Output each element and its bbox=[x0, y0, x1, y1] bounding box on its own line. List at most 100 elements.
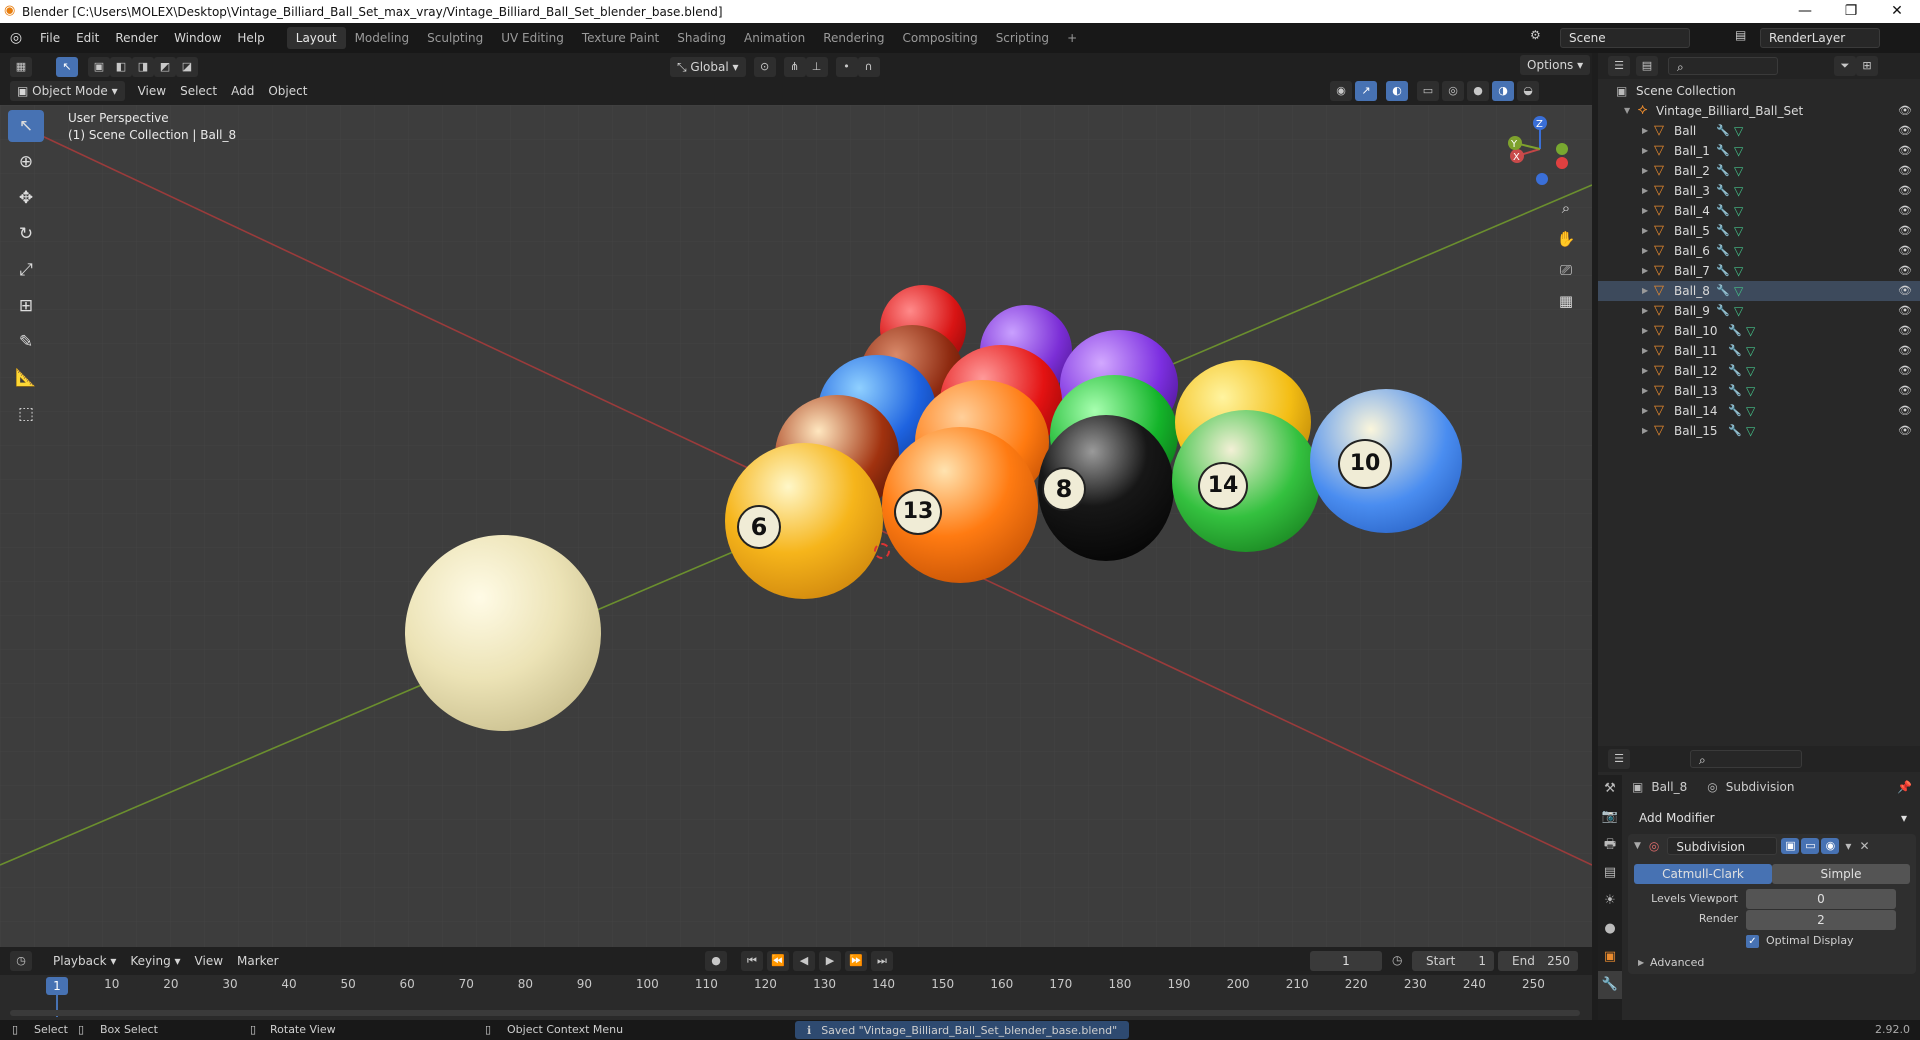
wrench-icon[interactable]: 🔧 bbox=[1728, 341, 1742, 361]
expand-icon[interactable]: ▶ bbox=[1642, 341, 1648, 361]
wrench-icon[interactable]: 🔧 bbox=[1716, 141, 1730, 161]
wireframe-shading-icon[interactable]: ◎ bbox=[1442, 81, 1464, 101]
object-tab-icon[interactable]: ▣ bbox=[1598, 943, 1622, 971]
tab-shading[interactable]: Shading bbox=[668, 27, 735, 49]
collapse-icon[interactable]: ▼ bbox=[1634, 841, 1641, 851]
outliner-collection-row[interactable]: ▼ ⯎ Vintage_Billiard_Ball_Set 👁 bbox=[1598, 101, 1920, 121]
mesh-data-icon[interactable]: ▽ bbox=[1734, 301, 1743, 321]
xray-icon[interactable]: ▭ bbox=[1417, 81, 1439, 101]
ball-13[interactable]: 13 bbox=[882, 427, 1038, 583]
wrench-icon[interactable]: 🔧 bbox=[1728, 401, 1742, 421]
mesh-data-icon[interactable]: ▽ bbox=[1746, 361, 1755, 381]
new-collection-icon[interactable]: ⊞ bbox=[1856, 56, 1878, 76]
outliner-search-input[interactable]: ⌕ bbox=[1668, 57, 1778, 75]
rendered-shading-icon[interactable]: ◒ bbox=[1517, 81, 1539, 101]
menu-help[interactable]: Help bbox=[229, 23, 272, 53]
outliner-row-ball-7[interactable]: ▶ ▽ Ball_7 🔧 ▽ 👁 bbox=[1598, 261, 1920, 281]
tab-animation[interactable]: Animation bbox=[735, 27, 814, 49]
outliner-row-ball-2[interactable]: ▶ ▽ Ball_2 🔧 ▽ 👁 bbox=[1598, 161, 1920, 181]
falloff-icon[interactable]: ∩ bbox=[857, 57, 880, 77]
close-button[interactable]: ✕ bbox=[1874, 0, 1920, 23]
tab-rendering[interactable]: Rendering bbox=[814, 27, 893, 49]
navigation-gizmo[interactable]: Z X Y bbox=[1500, 111, 1580, 191]
optimal-display-checkbox[interactable]: ✓ bbox=[1746, 935, 1759, 948]
select-box-subtract-icon[interactable]: ◨ bbox=[132, 57, 154, 77]
next-keyframe-icon[interactable]: ⏩ bbox=[845, 951, 867, 971]
mesh-data-icon[interactable]: ▽ bbox=[1734, 241, 1743, 261]
editmode-toggle-icon[interactable]: ▣ bbox=[1781, 838, 1800, 854]
outliner-row-ball-4[interactable]: ▶ ▽ Ball_4 🔧 ▽ 👁 bbox=[1598, 201, 1920, 221]
render-tab-icon[interactable]: 📷 bbox=[1598, 803, 1622, 831]
3d-viewport[interactable]: User Perspective (1) Scene Collection | … bbox=[0, 105, 1592, 947]
render-levels-field[interactable]: 2 bbox=[1746, 910, 1896, 930]
menu-file[interactable]: File bbox=[32, 23, 68, 53]
wrench-icon[interactable]: 🔧 bbox=[1716, 201, 1730, 221]
menu-playback[interactable]: Playback ▾ bbox=[46, 951, 123, 971]
eye-icon[interactable]: 👁 bbox=[1898, 101, 1912, 121]
expand-icon[interactable]: ▶ bbox=[1642, 141, 1648, 161]
display-mode-icon[interactable]: ▤ bbox=[1636, 56, 1658, 76]
remove-modifier-icon[interactable]: ✕ bbox=[1859, 839, 1869, 853]
tab-scripting[interactable]: Scripting bbox=[987, 27, 1058, 49]
wrench-icon[interactable]: 🔧 bbox=[1716, 261, 1730, 281]
start-frame-field[interactable]: Start 1 bbox=[1412, 951, 1494, 971]
wrench-icon[interactable]: 🔧 bbox=[1716, 181, 1730, 201]
tab-compositing[interactable]: Compositing bbox=[893, 27, 986, 49]
pivot-icon[interactable]: ⊙ bbox=[753, 57, 776, 77]
material-preview-icon[interactable]: ◑ bbox=[1492, 81, 1514, 101]
world-tab-icon[interactable]: ● bbox=[1598, 915, 1622, 943]
eye-icon[interactable]: 👁 bbox=[1898, 341, 1912, 361]
expand-icon[interactable]: ▶ bbox=[1642, 241, 1648, 261]
wrench-icon[interactable]: 🔧 bbox=[1716, 281, 1730, 301]
renderlayer-selector[interactable]: RenderLayer bbox=[1760, 28, 1880, 48]
wrench-icon[interactable]: 🔧 bbox=[1728, 421, 1742, 441]
snap-target-icon[interactable]: ⊥ bbox=[805, 57, 828, 77]
mesh-data-icon[interactable]: ▽ bbox=[1746, 321, 1755, 341]
outliner-row-ball-14[interactable]: ▶ ▽ Ball_14 🔧 ▽ 👁 bbox=[1598, 401, 1920, 421]
prev-keyframe-icon[interactable]: ⏪ bbox=[767, 951, 789, 971]
mesh-data-icon[interactable]: ▽ bbox=[1734, 281, 1743, 301]
playhead-frame[interactable]: 1 bbox=[46, 977, 68, 995]
outliner-row-ball-11[interactable]: ▶ ▽ Ball_11 🔧 ▽ 👁 bbox=[1598, 341, 1920, 361]
outliner-row-ball-5[interactable]: ▶ ▽ Ball_5 🔧 ▽ 👁 bbox=[1598, 221, 1920, 241]
outliner-row-ball-1[interactable]: ▶ ▽ Ball_1 🔧 ▽ 👁 bbox=[1598, 141, 1920, 161]
menu-select[interactable]: Select bbox=[173, 81, 224, 101]
outliner-row-ball-8[interactable]: ▶ ▽ Ball_8 🔧 ▽ 👁 bbox=[1598, 281, 1920, 301]
mesh-data-icon[interactable]: ▽ bbox=[1746, 421, 1755, 441]
wrench-icon[interactable]: 🔧 bbox=[1716, 241, 1730, 261]
expand-icon[interactable]: ▶ bbox=[1642, 221, 1648, 241]
modifier-name-field[interactable]: Subdivision bbox=[1667, 837, 1778, 855]
outliner-row-ball-9[interactable]: ▶ ▽ Ball_9 🔧 ▽ 👁 bbox=[1598, 301, 1920, 321]
eye-icon[interactable]: 👁 bbox=[1898, 381, 1912, 401]
view-layer-tab-icon[interactable]: ▤ bbox=[1598, 859, 1622, 887]
eye-icon[interactable]: 👁 bbox=[1898, 121, 1912, 141]
outliner-row-ball-6[interactable]: ▶ ▽ Ball_6 🔧 ▽ 👁 bbox=[1598, 241, 1920, 261]
modifier-dropdown-icon[interactable]: ▾ bbox=[1845, 839, 1851, 853]
advanced-label[interactable]: Advanced bbox=[1650, 956, 1704, 969]
advanced-expand-icon[interactable]: ▶ bbox=[1638, 958, 1644, 967]
simple-button[interactable]: Simple bbox=[1772, 864, 1910, 884]
play-reverse-icon[interactable]: ◀ bbox=[793, 951, 815, 971]
expand-icon[interactable]: ▶ bbox=[1642, 381, 1648, 401]
add-workspace-button[interactable]: + bbox=[1058, 27, 1086, 49]
select-box-extend-icon[interactable]: ◧ bbox=[110, 57, 132, 77]
cursor-tool-icon[interactable]: ⊕ bbox=[8, 146, 44, 178]
outliner-row-ball[interactable]: ▶ ▽ Ball 🔧 ▽ 👁 bbox=[1598, 121, 1920, 141]
wrench-icon[interactable]: 🔧 bbox=[1716, 221, 1730, 241]
mesh-data-icon[interactable]: ▽ bbox=[1734, 141, 1743, 161]
modifier-tab-icon[interactable]: 🔧 bbox=[1598, 971, 1622, 999]
tab-layout[interactable]: Layout bbox=[286, 27, 346, 49]
mesh-data-icon[interactable]: ▽ bbox=[1734, 201, 1743, 221]
viewport-toggle-icon[interactable]: ▭ bbox=[1801, 838, 1820, 854]
eye-icon[interactable]: 👁 bbox=[1898, 321, 1912, 341]
solid-shading-icon[interactable]: ● bbox=[1467, 81, 1489, 101]
mesh-data-icon[interactable]: ▽ bbox=[1746, 401, 1755, 421]
select-mode-icon[interactable]: ↖ bbox=[56, 57, 78, 77]
grid-ortho-icon[interactable]: ▦ bbox=[1553, 288, 1579, 314]
expand-icon[interactable]: ▼ bbox=[1624, 101, 1630, 121]
add-modifier-dropdown[interactable]: Add Modifier ▾ bbox=[1630, 808, 1914, 828]
pin-icon[interactable]: 📌 bbox=[1897, 780, 1912, 794]
transform-tool-icon[interactable]: ⊞ bbox=[8, 290, 44, 322]
timeline[interactable]: 1102030405060708090100110120130140150160… bbox=[0, 975, 1592, 1020]
current-frame-field[interactable]: 1 bbox=[1310, 951, 1382, 971]
